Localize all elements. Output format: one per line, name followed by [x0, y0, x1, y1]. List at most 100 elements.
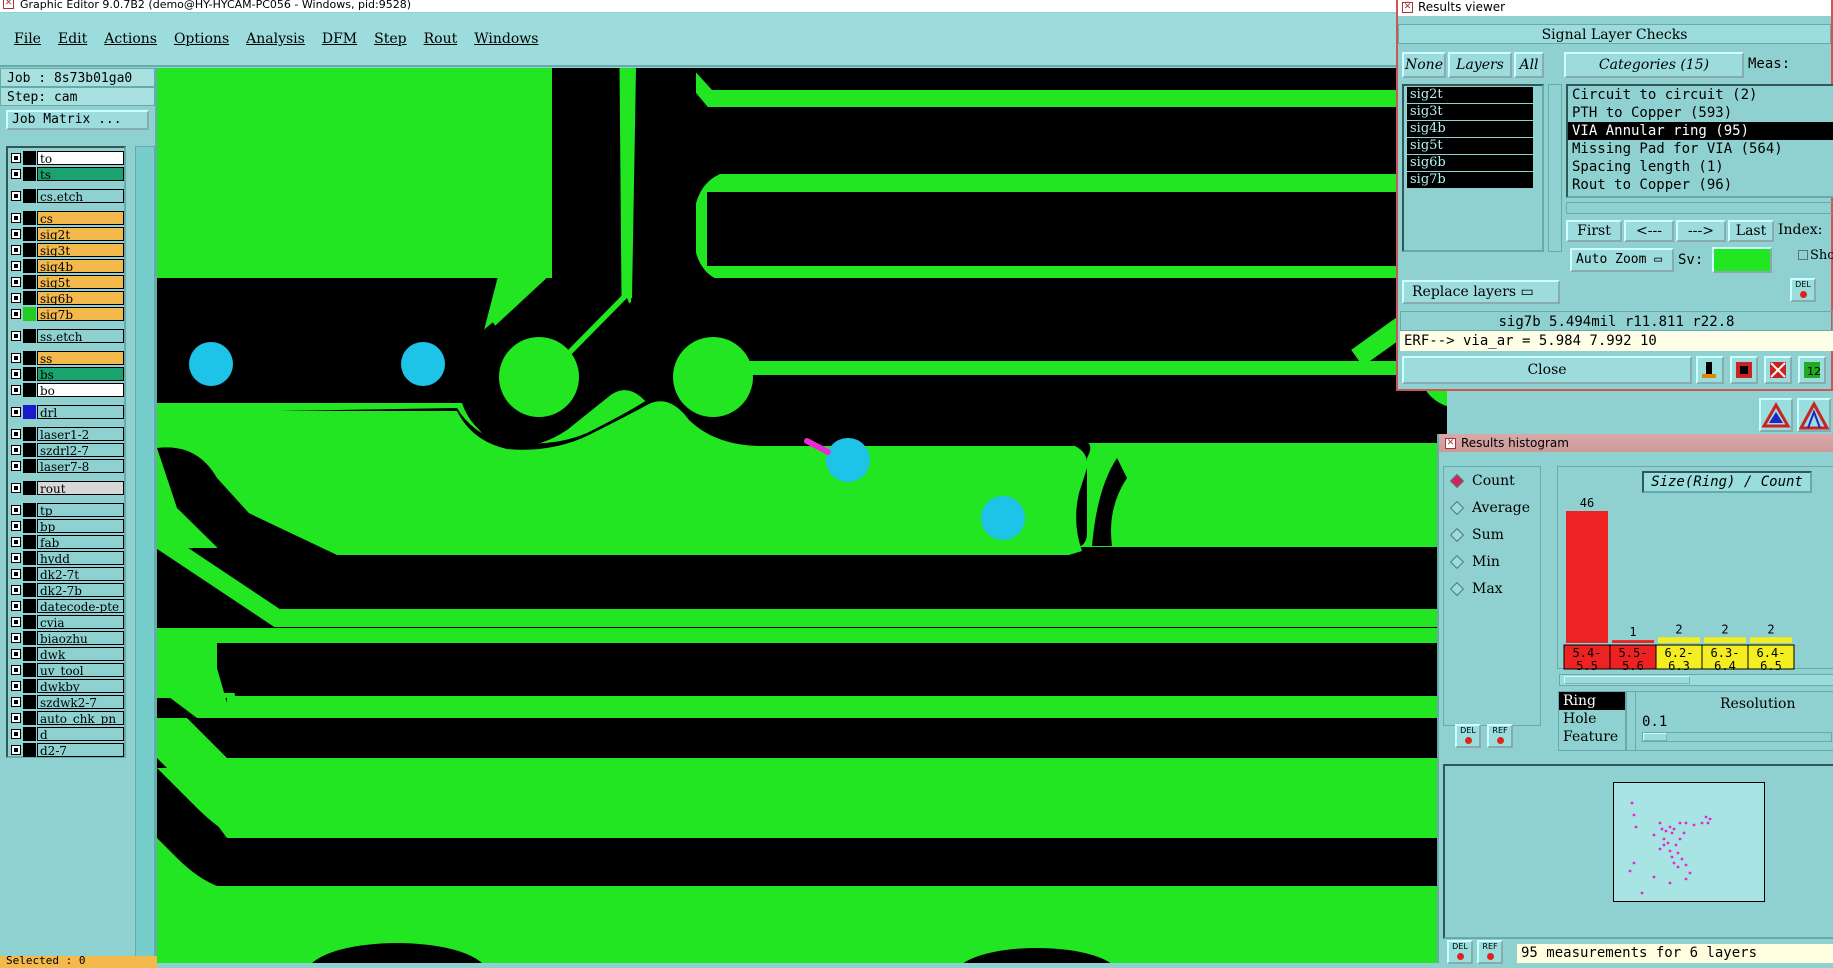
- layer-color-swatch[interactable]: [23, 243, 36, 257]
- layer-color-swatch[interactable]: [23, 383, 36, 397]
- menu-dfm[interactable]: DFM: [322, 31, 357, 47]
- layer-row[interactable]: ts: [8, 166, 124, 182]
- layer-color-swatch[interactable]: [23, 631, 36, 645]
- mini-del-button[interactable]: DEL: [1447, 940, 1473, 964]
- layer-checkbox[interactable]: [11, 331, 21, 341]
- menu-actions[interactable]: Actions: [104, 31, 157, 47]
- layer-checkbox[interactable]: [11, 309, 21, 319]
- radio-min[interactable]: Min: [1444, 548, 1540, 575]
- layer-row[interactable]: cs: [8, 210, 124, 226]
- histogram-scrollbar[interactable]: [1559, 674, 1833, 686]
- peak-icon[interactable]: [1797, 398, 1831, 432]
- layer-color-swatch[interactable]: [23, 599, 36, 613]
- layer-color-swatch[interactable]: [23, 291, 36, 305]
- layer-row[interactable]: sig5t: [8, 274, 124, 290]
- categories-button[interactable]: Categories (15): [1564, 52, 1744, 78]
- layer-color-swatch[interactable]: [23, 679, 36, 693]
- layer-checkbox[interactable]: [11, 261, 21, 271]
- layer-color-swatch[interactable]: [23, 275, 36, 289]
- rv-layer-item[interactable]: sig7b: [1407, 172, 1533, 188]
- radio-sum[interactable]: Sum: [1444, 521, 1540, 548]
- layer-color-swatch[interactable]: [23, 459, 36, 473]
- auto-zoom-select[interactable]: Auto Zoom ▭: [1570, 248, 1674, 272]
- layer-checkbox[interactable]: [11, 713, 21, 723]
- radio-max[interactable]: Max: [1444, 575, 1540, 602]
- layer-checkbox[interactable]: [11, 229, 21, 239]
- layer-color-swatch[interactable]: [23, 567, 36, 581]
- layer-checkbox[interactable]: [11, 461, 21, 471]
- hist-ref-button[interactable]: REF: [1487, 724, 1513, 748]
- layer-checkbox[interactable]: [11, 153, 21, 163]
- layer-checkbox[interactable]: [11, 407, 21, 417]
- layer-color-swatch[interactable]: [23, 351, 36, 365]
- layer-checkbox[interactable]: [11, 369, 21, 379]
- layer-color-swatch[interactable]: [23, 551, 36, 565]
- layer-checkbox[interactable]: [11, 521, 21, 531]
- layer-color-swatch[interactable]: [23, 307, 36, 321]
- prev-button[interactable]: <---: [1624, 220, 1674, 242]
- layer-checkbox[interactable]: [11, 293, 21, 303]
- rv-layer-item[interactable]: sig2t: [1407, 87, 1533, 103]
- menu-file[interactable]: File: [14, 31, 41, 47]
- layer-color-swatch[interactable]: [23, 535, 36, 549]
- layer-checkbox[interactable]: [11, 429, 21, 439]
- layer-color-swatch[interactable]: [23, 329, 36, 343]
- del-button[interactable]: DEL: [1790, 278, 1816, 302]
- layer-checkbox[interactable]: [11, 445, 21, 455]
- layer-checkbox[interactable]: [11, 569, 21, 579]
- next-button[interactable]: --->: [1676, 220, 1726, 242]
- layer-color-swatch[interactable]: [23, 519, 36, 533]
- none-button[interactable]: None: [1402, 52, 1446, 78]
- layer-checkbox[interactable]: [11, 649, 21, 659]
- histogram-bar[interactable]: [1612, 640, 1654, 643]
- feature-item[interactable]: Feature: [1559, 728, 1625, 746]
- histogram-svg[interactable]: 46 5.4-5.5 1 5.5-5.6 2 6.2-6.3 2 6.3-6.4 2 6.4-6.…: [1558, 467, 1833, 670]
- first-button[interactable]: First: [1566, 220, 1622, 242]
- layer-color-swatch[interactable]: [23, 151, 36, 165]
- layer-row[interactable]: ss: [8, 350, 124, 366]
- layer-color-swatch[interactable]: [23, 367, 36, 381]
- layer-checkbox[interactable]: [11, 585, 21, 595]
- layer-color-swatch[interactable]: [23, 615, 36, 629]
- rv-layer-item[interactable]: sig5t: [1407, 138, 1533, 154]
- all-button[interactable]: All: [1514, 52, 1544, 78]
- layer-color-swatch[interactable]: [23, 583, 36, 597]
- layer-row[interactable]: uv_tool: [8, 662, 124, 678]
- layer-checkbox[interactable]: [11, 169, 21, 179]
- layer-list-scrollbar[interactable]: [135, 146, 155, 966]
- layer-row[interactable]: sig4b: [8, 258, 124, 274]
- layers-button[interactable]: Layers: [1448, 52, 1512, 78]
- layer-row[interactable]: sig3t: [8, 242, 124, 258]
- layer-checkbox[interactable]: [11, 385, 21, 395]
- layer-checkbox[interactable]: [11, 353, 21, 363]
- graphic-canvas[interactable]: [157, 68, 1447, 963]
- layer-row[interactable]: auto_chk_pn: [8, 710, 124, 726]
- feature-item[interactable]: Hole: [1559, 710, 1625, 728]
- layer-row[interactable]: bp: [8, 518, 124, 534]
- layer-row[interactable]: sig6b: [8, 290, 124, 306]
- radio-average[interactable]: Average: [1444, 494, 1540, 521]
- layer-row[interactable]: bs: [8, 366, 124, 382]
- layer-checkbox[interactable]: [11, 697, 21, 707]
- menu-rout[interactable]: Rout: [424, 31, 458, 47]
- layer-row[interactable]: szdwk2-7: [8, 694, 124, 710]
- rv-layer-item[interactable]: sig4b: [1407, 121, 1533, 137]
- layer-color-swatch[interactable]: [23, 711, 36, 725]
- sv-color-select[interactable]: [1712, 247, 1772, 273]
- layer-color-swatch[interactable]: [23, 427, 36, 441]
- menu-windows[interactable]: Windows: [474, 31, 538, 47]
- layer-checkbox[interactable]: [11, 601, 21, 611]
- layer-row[interactable]: cs.etch: [8, 188, 124, 204]
- pcb-drawing[interactable]: [157, 68, 1447, 963]
- layer-checkbox[interactable]: [11, 191, 21, 201]
- show-checkbox[interactable]: [1798, 250, 1808, 260]
- replace-layers-select[interactable]: Replace layers ▭: [1402, 280, 1560, 304]
- layer-row[interactable]: sig7b: [8, 306, 124, 322]
- layer-row[interactable]: fab: [8, 534, 124, 550]
- layer-row[interactable]: laser1-2: [8, 426, 124, 442]
- layer-row[interactable]: datecode-pte: [8, 598, 124, 614]
- layer-row[interactable]: biaozhu: [8, 630, 124, 646]
- layer-row[interactable]: bo: [8, 382, 124, 398]
- menu-edit[interactable]: Edit: [58, 31, 87, 47]
- marker-icon[interactable]: [1696, 356, 1724, 384]
